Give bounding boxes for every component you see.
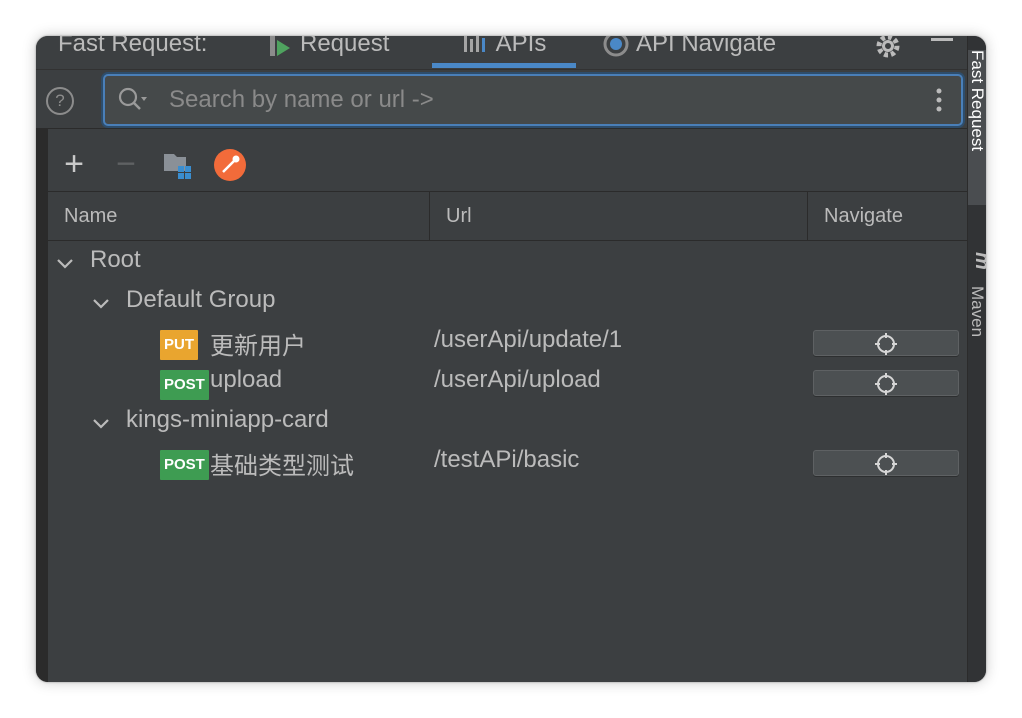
navigate-target-icon [875,373,897,395]
navigate-button[interactable] [813,370,959,396]
api-row[interactable]: POST upload /userApi/upload [48,363,968,403]
tool-window-title: Fast Request: [58,36,208,57]
api-name: 基础类型测试 [210,453,354,480]
remove-icon[interactable]: − [108,147,144,183]
left-gutter [36,128,48,682]
navigate-target-icon [602,36,629,58]
navigate-button[interactable] [813,450,959,476]
method-badge-post: POST [160,370,209,400]
tree-root-row[interactable]: Root [48,243,968,283]
module-folder-icon[interactable] [160,147,196,183]
tree-group-label: Default Group [126,286,276,313]
side-tab-fast-request[interactable]: Fast Request [968,50,986,205]
right-tool-strip: Fast Request m Maven [967,36,986,682]
api-url: /testAPi/basic [434,446,580,473]
search-icon[interactable] [117,85,151,113]
method-badge-put: PUT [160,330,198,360]
fast-request-tool-window: Fast Request: Request APIs API Navigate … [36,36,986,682]
chevron-down-icon[interactable] [90,293,112,315]
api-row[interactable]: POST 基础类型测试 /testAPi/basic [48,443,968,483]
tab-api-navigate[interactable]: API Navigate [602,36,776,68]
api-url: /userApi/update/1 [434,326,623,353]
api-name: upload [210,366,283,393]
maven-icon: m [971,252,986,270]
navigate-button[interactable] [813,330,959,356]
tab-api-navigate-label: API Navigate [636,36,777,57]
tab-request[interactable]: Request [266,36,389,68]
column-header-url[interactable]: Url [430,192,808,240]
tab-apis[interactable]: APIs [432,36,576,68]
chevron-down-icon[interactable] [90,413,112,435]
api-url: /userApi/upload [434,366,601,393]
add-icon[interactable]: + [56,147,92,183]
side-tab-maven-label: Maven [968,286,986,338]
request-run-icon [266,36,292,58]
api-tree: Root Default Group PUT 更新用户 /userApi/upd… [48,241,968,682]
method-badge-post: POST [160,450,209,480]
gear-icon[interactable] [874,36,902,60]
api-toolbar: + − [48,141,968,192]
chevron-down-icon[interactable] [54,253,76,275]
navigate-target-icon [875,333,897,355]
tree-root-label: Root [90,246,141,273]
tool-window-header: Fast Request: Request APIs API Navigate [36,36,968,70]
tab-request-label: Request [300,36,390,57]
navigate-target-icon [875,453,897,475]
minimize-icon[interactable] [928,36,956,60]
tab-apis-label: APIs [495,36,547,57]
column-header-navigate[interactable]: Navigate [808,192,968,240]
search-row: ? [46,70,968,129]
help-icon[interactable]: ? [46,87,74,115]
apis-bars-icon [462,36,488,58]
search-input[interactable] [167,82,911,118]
column-header-name[interactable]: Name [48,192,430,240]
search-box[interactable] [103,74,963,126]
more-options-icon[interactable] [935,86,943,114]
tree-group-label: kings-miniapp-card [126,406,329,433]
postman-icon[interactable] [212,147,248,183]
tree-group-row[interactable]: kings-miniapp-card [48,403,968,443]
api-name: 更新用户 [210,333,306,360]
tree-group-row[interactable]: Default Group [48,283,968,323]
side-tab-fast-request-label: Fast Request [968,50,986,152]
api-row[interactable]: PUT 更新用户 /userApi/update/1 [48,323,968,363]
side-tab-maven[interactable]: m Maven [968,246,986,356]
table-header: Name Url Navigate [48,192,968,241]
